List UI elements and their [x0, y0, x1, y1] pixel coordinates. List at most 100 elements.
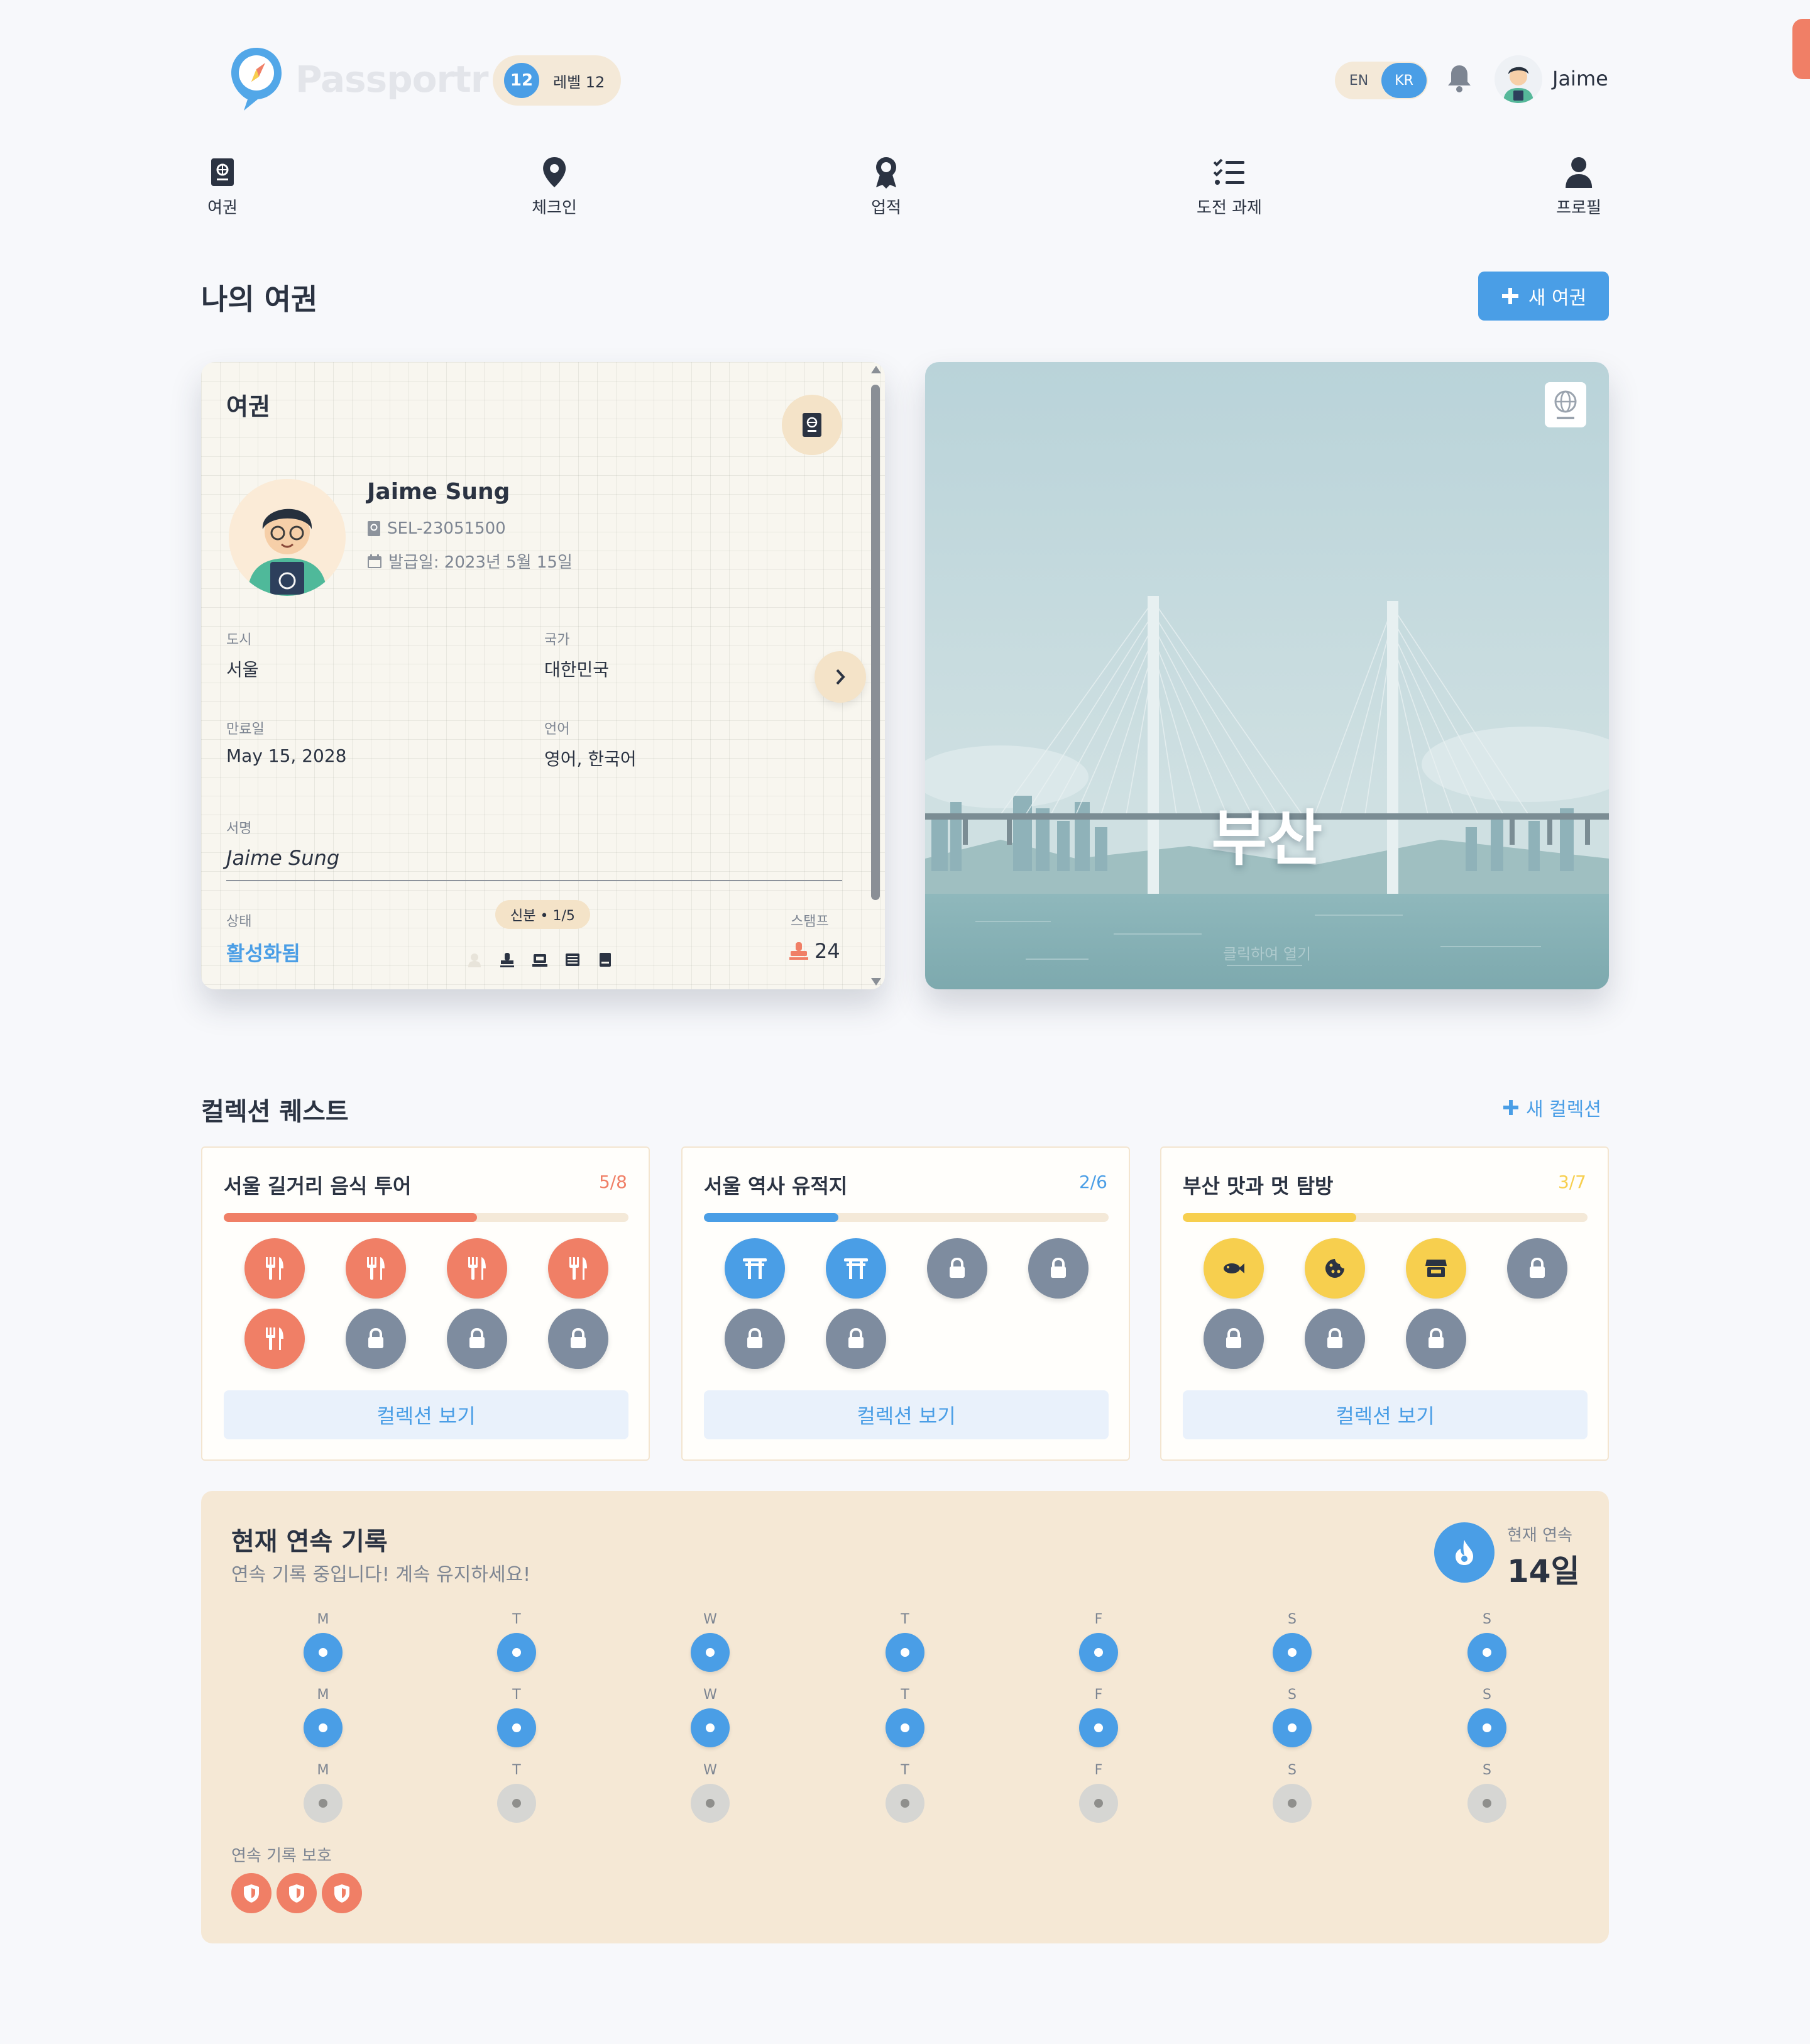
utensils-icon[interactable] [446, 1238, 507, 1299]
lock-icon[interactable] [547, 1309, 608, 1369]
lock-icon[interactable] [345, 1309, 406, 1369]
new-collection-button[interactable]: 새 컬렉션 [1502, 1094, 1601, 1121]
day-complete-dot [886, 1708, 924, 1747]
lock-icon[interactable] [1405, 1309, 1466, 1369]
shield-icon [231, 1873, 272, 1913]
next-page-button[interactable] [814, 651, 866, 703]
lock-icon[interactable] [825, 1309, 886, 1369]
day-letter: W [703, 1612, 717, 1627]
nav-item-achievements[interactable]: 업적 [870, 155, 902, 218]
city-card[interactable]: 부산 클릭하여 열기 [925, 362, 1609, 989]
day-empty-dot [1079, 1784, 1118, 1823]
collection-title: 서울 역사 유적지 [704, 1174, 848, 1198]
app-logo[interactable]: Passportr [226, 44, 488, 114]
day-empty-dot [1273, 1784, 1312, 1823]
collection-card[interactable]: 서울 길거리 음식 투어 5/8 컬렉션 보기 [201, 1146, 650, 1461]
status-label: 상태 [226, 914, 252, 930]
store-icon[interactable] [1405, 1238, 1466, 1299]
day-letter: W [703, 1687, 717, 1703]
page-indicator: 신분 • 1/5 [495, 900, 590, 929]
checklist-icon [1213, 155, 1246, 190]
passport-card[interactable]: 여권 Jaime Sung SEL-23051500 발급일: 2023년 5월… [201, 362, 885, 989]
utensils-icon[interactable] [547, 1238, 608, 1299]
user-page-icon[interactable] [465, 950, 484, 969]
view-collection-button[interactable]: 컬렉션 보기 [224, 1390, 628, 1439]
torii-gate-icon[interactable] [825, 1238, 886, 1299]
nav-label: 도전 과제 [1197, 199, 1262, 217]
nav-item-challenges[interactable]: 도전 과제 [1197, 155, 1262, 218]
lock-icon[interactable] [1028, 1238, 1089, 1299]
utensils-icon[interactable] [244, 1238, 305, 1299]
calendar-icon [368, 554, 381, 568]
day-letter: S [1483, 1612, 1491, 1627]
streak-day: S [1229, 1762, 1355, 1823]
lang-option-en[interactable]: EN [1336, 63, 1381, 98]
language-value: 영어, 한국어 [544, 749, 637, 769]
avatar-illustration-icon [1495, 55, 1542, 103]
streak-panel: 현재 연속 기록 연속 기록 중입니다! 계속 유지하세요! 현재 연속 14일… [201, 1491, 1609, 1943]
streak-subtitle: 연속 기록 중입니다! 계속 유지하세요! [231, 1564, 531, 1586]
user-icon [1562, 155, 1595, 190]
streak-day: M [260, 1762, 386, 1823]
country-value: 대한민국 [544, 659, 610, 680]
passport-badge[interactable] [782, 395, 842, 455]
nav-label: 여권 [207, 199, 238, 217]
lang-option-kr[interactable]: KR [1381, 63, 1427, 98]
day-complete-dot [497, 1633, 536, 1672]
bell-icon[interactable] [1445, 63, 1473, 93]
language-toggle[interactable]: EN KR [1335, 62, 1428, 99]
side-tab[interactable] [1792, 19, 1810, 79]
map-pin-icon [538, 155, 571, 190]
lock-icon[interactable] [1506, 1238, 1567, 1299]
chevron-right-icon [836, 669, 845, 685]
utensils-icon[interactable] [345, 1238, 406, 1299]
lock-icon[interactable] [724, 1309, 785, 1369]
day-letter: F [1094, 1612, 1103, 1627]
utensils-icon[interactable] [244, 1309, 305, 1369]
collection-items [1183, 1238, 1588, 1369]
user-name[interactable]: Jaime [1552, 67, 1608, 91]
day-letter: M [317, 1687, 329, 1703]
list-page-icon[interactable] [563, 950, 582, 969]
collection-progress-fill [704, 1213, 839, 1222]
day-complete-dot [1273, 1708, 1312, 1747]
day-letter: T [901, 1687, 909, 1703]
collection-card[interactable]: 부산 맛과 멋 탐방 3/7 컬렉션 보기 [1160, 1146, 1609, 1461]
expiry-label: 만료일 [226, 722, 265, 737]
ticket-page-icon[interactable] [530, 950, 549, 969]
fish-icon[interactable] [1203, 1238, 1264, 1299]
bridge-illustration [925, 362, 1609, 989]
collection-progress-bar [1183, 1213, 1588, 1222]
lock-icon[interactable] [1203, 1309, 1264, 1369]
city-name: 부산 [1211, 803, 1323, 874]
level-badge[interactable]: 12 레벨 12 [493, 55, 622, 106]
day-letter: W [703, 1762, 717, 1778]
stamp-page-icon[interactable] [498, 950, 517, 969]
collection-card[interactable]: 서울 역사 유적지 2/6 컬렉션 보기 [681, 1146, 1130, 1461]
collection-progress-text: 5/8 [598, 1172, 627, 1192]
scrollbar-thumb[interactable] [871, 385, 880, 900]
day-letter: S [1288, 1612, 1297, 1627]
new-collection-label: 새 컬렉션 [1526, 1099, 1601, 1121]
user-avatar[interactable] [1495, 55, 1542, 103]
streak-day: T [454, 1612, 579, 1672]
lock-icon[interactable] [926, 1238, 987, 1299]
day-letter: S [1483, 1687, 1491, 1703]
view-collection-button[interactable]: 컬렉션 보기 [704, 1390, 1109, 1439]
cookie-icon[interactable] [1304, 1238, 1365, 1299]
day-empty-dot [304, 1784, 343, 1823]
view-collection-button[interactable]: 컬렉션 보기 [1183, 1390, 1588, 1439]
torii-gate-icon[interactable] [724, 1238, 785, 1299]
new-passport-button[interactable]: 새 여권 [1478, 272, 1609, 321]
flame-icon [1456, 1540, 1473, 1565]
stamps-count: 24 [788, 939, 840, 963]
book-page-icon[interactable] [596, 950, 615, 969]
day-letter: S [1288, 1687, 1297, 1703]
stamps-value: 24 [814, 939, 840, 963]
lock-icon[interactable] [1304, 1309, 1365, 1369]
nav-item-profile[interactable]: 프로필 [1556, 155, 1601, 218]
nav-item-passport[interactable]: 여권 [206, 155, 239, 218]
lock-icon[interactable] [446, 1309, 507, 1369]
globe-button[interactable] [1545, 382, 1586, 427]
nav-item-checkin[interactable]: 체크인 [532, 155, 577, 218]
